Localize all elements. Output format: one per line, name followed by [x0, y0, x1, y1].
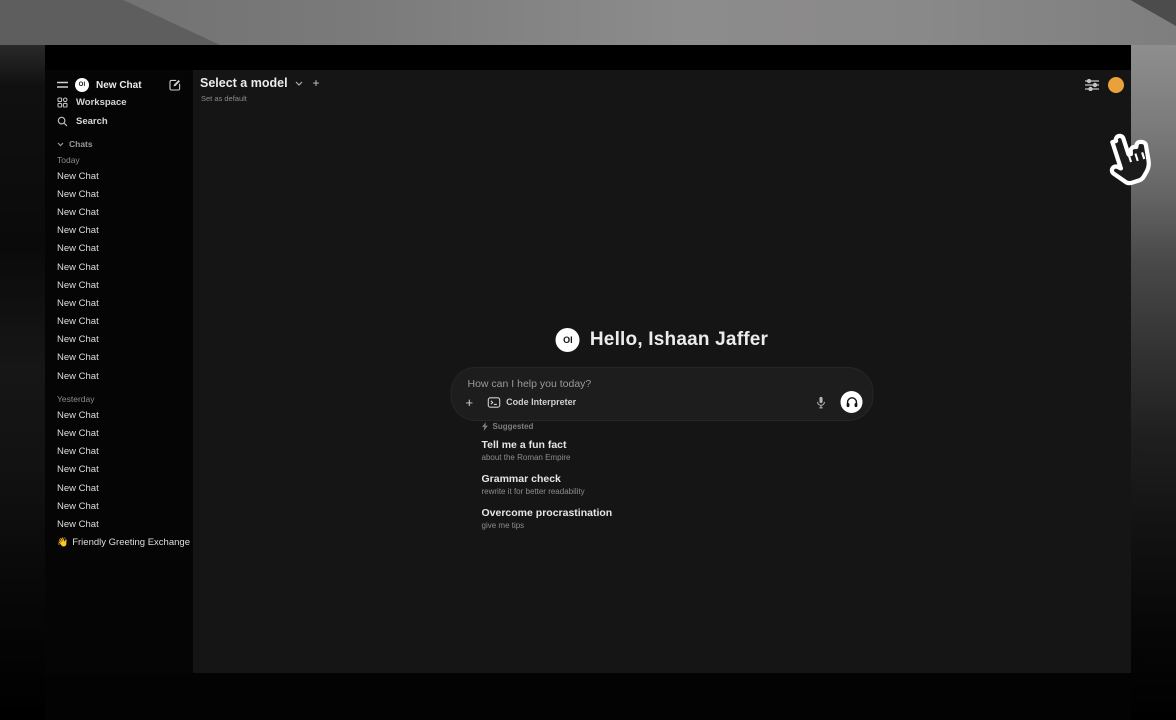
app-window: OI New Chat Workspace Search: [45, 45, 1131, 673]
sidebar-header: OI New Chat: [45, 77, 193, 93]
suggestion-item[interactable]: Tell me a fun fact about the Roman Empir…: [482, 438, 842, 463]
headphones-icon: [845, 396, 858, 408]
suggested-label: Suggested: [493, 422, 534, 431]
chat-list-today: New Chat New Chat New Chat New Chat New …: [45, 167, 193, 385]
chat-history-item[interactable]: New Chat: [45, 497, 193, 515]
chat-history-item[interactable]: New Chat: [45, 313, 193, 331]
desktop-wallpaper-bottom: [45, 673, 1131, 720]
app-logo-large: OI: [556, 328, 580, 352]
chat-history-item[interactable]: New Chat: [45, 331, 193, 349]
code-interpreter-icon: [487, 397, 500, 408]
chat-history-item[interactable]: New Chat: [45, 167, 193, 185]
sidebar-toggle-icon[interactable]: [57, 81, 68, 89]
search-icon: [57, 116, 68, 127]
sidebar: OI New Chat Workspace Search: [45, 70, 193, 673]
desktop: OI New Chat Workspace Search: [0, 0, 1176, 720]
new-chat-icon[interactable]: [169, 79, 181, 91]
chat-history-item[interactable]: New Chat: [45, 424, 193, 442]
suggested-header: Suggested: [482, 420, 842, 432]
code-interpreter-toggle[interactable]: Code Interpreter: [487, 397, 576, 408]
greeting-text: Hello, Ishaan Jaffer: [590, 329, 768, 351]
user-avatar[interactable]: [1108, 77, 1124, 93]
chat-history-item[interactable]: New Chat: [45, 240, 193, 258]
chat-history-item[interactable]: New Chat: [45, 479, 193, 497]
desktop-wallpaper-right: [1131, 45, 1176, 720]
suggestion-title: Overcome procrastination: [482, 506, 842, 520]
sidebar-item-search[interactable]: Search: [45, 112, 193, 131]
chat-canvas: OI Hello, Ishaan Jaffer + Code Interpret…: [452, 70, 873, 673]
chats-label: Chats: [69, 139, 93, 149]
chat-history-item[interactable]: New Chat: [45, 443, 193, 461]
suggestion-item[interactable]: Overcome procrastination give me tips: [482, 506, 842, 531]
sidebar-item-workspace[interactable]: Workspace: [45, 93, 193, 112]
sidebar-item-label: Workspace: [76, 97, 127, 108]
chat-title: Friendly Greeting Exchange: [72, 537, 190, 548]
chat-group-yesterday: Yesterday: [45, 392, 193, 406]
greeting: OI Hello, Ishaan Jaffer: [452, 328, 873, 352]
chat-history-item[interactable]: New Chat: [45, 461, 193, 479]
sidebar-item-label: Search: [76, 116, 108, 127]
controls-sliders-icon[interactable]: [1085, 79, 1099, 91]
composer-toolbar: + Code Interpreter: [452, 391, 873, 413]
window-titlebar: [45, 45, 1131, 70]
chats-section-header[interactable]: Chats: [45, 137, 193, 151]
chat-history-item-named[interactable]: 👋 Friendly Greeting Exchange: [45, 534, 193, 552]
desktop-wallpaper-left: [0, 45, 45, 720]
chevron-down-icon: [295, 81, 303, 86]
wave-emoji: 👋: [57, 537, 68, 548]
chat-history-item[interactable]: New Chat: [45, 349, 193, 367]
chat-history-item[interactable]: New Chat: [45, 515, 193, 533]
microphone-icon[interactable]: [816, 396, 827, 409]
model-selector-label: Select a model: [200, 76, 288, 90]
model-selector[interactable]: Select a model +: [200, 76, 320, 90]
chat-history-item[interactable]: New Chat: [45, 294, 193, 312]
grid-icon: [57, 97, 68, 108]
chevron-down-icon: [57, 142, 64, 147]
suggestion-item[interactable]: Grammar check rewrite it for better read…: [482, 472, 842, 497]
message-input[interactable]: [468, 376, 768, 392]
header-actions: [1085, 77, 1124, 93]
suggestion-subtitle: rewrite it for better readability: [482, 486, 842, 497]
suggested-section: Suggested Tell me a fun fact about the R…: [482, 420, 842, 540]
message-composer: + Code Interpreter: [452, 368, 873, 420]
set-default-link[interactable]: Set as default: [201, 94, 247, 103]
main-pane: Select a model + Set as default: [193, 70, 1131, 673]
suggestion-title: Tell me a fun fact: [482, 438, 842, 452]
suggestion-subtitle: give me tips: [482, 520, 842, 531]
suggestion-list: Tell me a fun fact about the Roman Empir…: [482, 438, 842, 531]
bolt-icon: [482, 422, 489, 431]
chat-history-item[interactable]: New Chat: [45, 367, 193, 385]
suggestion-subtitle: about the Roman Empire: [482, 452, 842, 463]
add-model-button[interactable]: +: [313, 76, 320, 90]
chat-group-today: Today: [45, 153, 193, 167]
attach-plus-button[interactable]: +: [466, 396, 474, 409]
chat-history-item[interactable]: New Chat: [45, 203, 193, 221]
chat-history-item[interactable]: New Chat: [45, 185, 193, 203]
chat-history-item[interactable]: New Chat: [45, 406, 193, 424]
sidebar-title: New Chat: [96, 80, 162, 91]
suggestion-title: Grammar check: [482, 472, 842, 486]
chat-history-item[interactable]: New Chat: [45, 276, 193, 294]
chat-history-item[interactable]: New Chat: [45, 258, 193, 276]
voice-call-button[interactable]: [841, 391, 863, 413]
code-interpreter-label: Code Interpreter: [506, 397, 576, 407]
app-logo: OI: [75, 78, 89, 92]
chat-history-item[interactable]: New Chat: [45, 222, 193, 240]
chat-list-yesterday: New Chat New Chat New Chat New Chat New …: [45, 406, 193, 533]
